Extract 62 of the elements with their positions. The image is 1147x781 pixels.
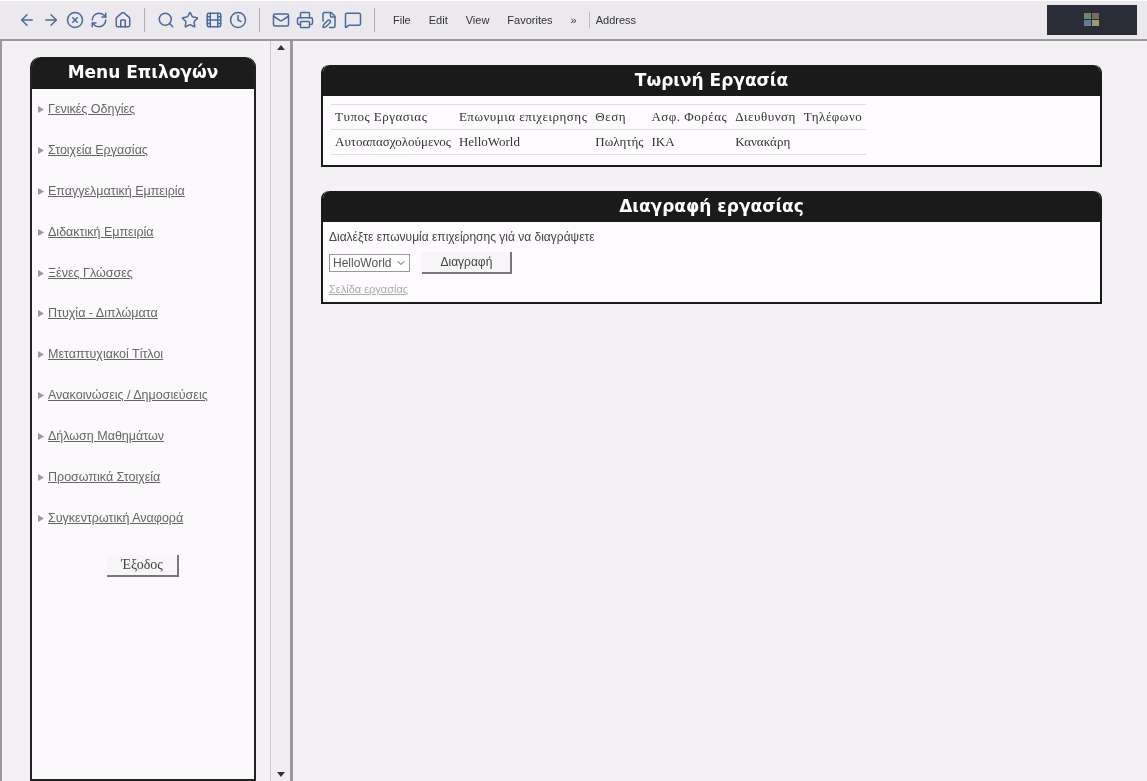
column-header: Επωνυμια επιχειρησης [454, 104, 592, 130]
table-cell: ΙΚΑ [647, 129, 732, 155]
menu-link[interactable]: Προσωπικά Στοιχεία [48, 469, 161, 484]
card-title: Τωρινή Εργασία [323, 65, 1100, 96]
menu-link[interactable]: Γενικές Οδηγίες [48, 102, 136, 117]
menu-link[interactable]: Συγκεντρωτική Αναφορά [48, 510, 184, 525]
menu-title: Menu Επιλογών [32, 57, 254, 90]
company-select[interactable]: HelloWorld [329, 254, 411, 272]
menu-link[interactable]: Επαγγελματική Εμπειρία [48, 183, 185, 198]
stop-icon[interactable] [66, 11, 84, 29]
address-label: Address [588, 12, 643, 28]
menu-link[interactable]: Δήλωση Μαθημάτων [48, 429, 164, 444]
star-icon[interactable] [181, 11, 199, 29]
forward-arrow-icon[interactable] [42, 11, 60, 29]
home-icon[interactable] [114, 11, 132, 29]
column-header: Τυπος Εργασιας [331, 104, 455, 130]
film-icon[interactable] [205, 11, 223, 29]
column-header: Τηλέφωνο [799, 104, 867, 130]
table-cell: HelloWorld [454, 129, 592, 155]
exit-button[interactable]: Έξοδος [107, 554, 179, 577]
scrollbar[interactable] [270, 41, 290, 781]
menu-link[interactable]: Μεταπτυχιακοί Τίτλοι [48, 347, 164, 362]
printer-icon[interactable] [296, 11, 314, 29]
more-menus-chevron[interactable]: » [564, 12, 583, 28]
bullet-icon [38, 351, 44, 359]
bullet-icon [38, 228, 44, 236]
chat-icon[interactable] [344, 11, 362, 29]
scroll-down-icon[interactable] [276, 772, 285, 777]
bullet-icon [38, 473, 44, 481]
delete-button[interactable]: Διαγραφή [422, 252, 513, 274]
bullet-icon [38, 310, 44, 318]
bullet-icon [38, 269, 44, 277]
scroll-up-icon[interactable] [276, 45, 285, 50]
table-cell: Κανακάρη [731, 129, 800, 155]
instruction-text: Διαλέξτε επωνυμία επιχείρησης γιά να διαγράψετε [329, 230, 596, 244]
refresh-icon[interactable] [90, 11, 108, 29]
menu-item[interactable]: Edit [422, 12, 454, 28]
bullet-icon [38, 106, 44, 114]
menu-link[interactable]: Στοιχεία Εργασίας [48, 142, 148, 157]
bullet-icon [38, 433, 44, 441]
edit-icon[interactable] [320, 11, 338, 29]
mail-icon[interactable] [272, 11, 290, 29]
bullet-icon [38, 187, 44, 195]
menu-link[interactable]: Πτυχία - Διπλώματα [48, 306, 158, 321]
menu-link[interactable]: Ανακοινώσεις / Δημοσιεύσεις [48, 388, 208, 403]
table-cell: Πωλητής [591, 129, 648, 155]
table-cell: Αυτοαπασχολούμενος [331, 129, 455, 155]
bullet-icon [38, 514, 44, 522]
menu-item[interactable]: Favorites [501, 12, 559, 28]
clock-icon[interactable] [229, 11, 247, 29]
bullet-icon [38, 392, 44, 400]
flag-icon [1084, 13, 1100, 27]
column-header: Ασφ. Φορέας [647, 104, 732, 130]
column-header: Θεση [591, 104, 648, 130]
menu-link[interactable]: Ξένες Γλώσσες [48, 265, 133, 280]
column-header: Διευθυνση [731, 104, 800, 130]
menu-item[interactable]: File [387, 12, 417, 28]
card-title: Διαγραφή εργασίας [323, 191, 1100, 222]
bullet-icon [38, 146, 44, 154]
menu-link[interactable]: Διδακτική Εμπειρία [48, 224, 154, 239]
menu-item[interactable]: View [459, 12, 496, 28]
search-icon[interactable] [157, 11, 175, 29]
